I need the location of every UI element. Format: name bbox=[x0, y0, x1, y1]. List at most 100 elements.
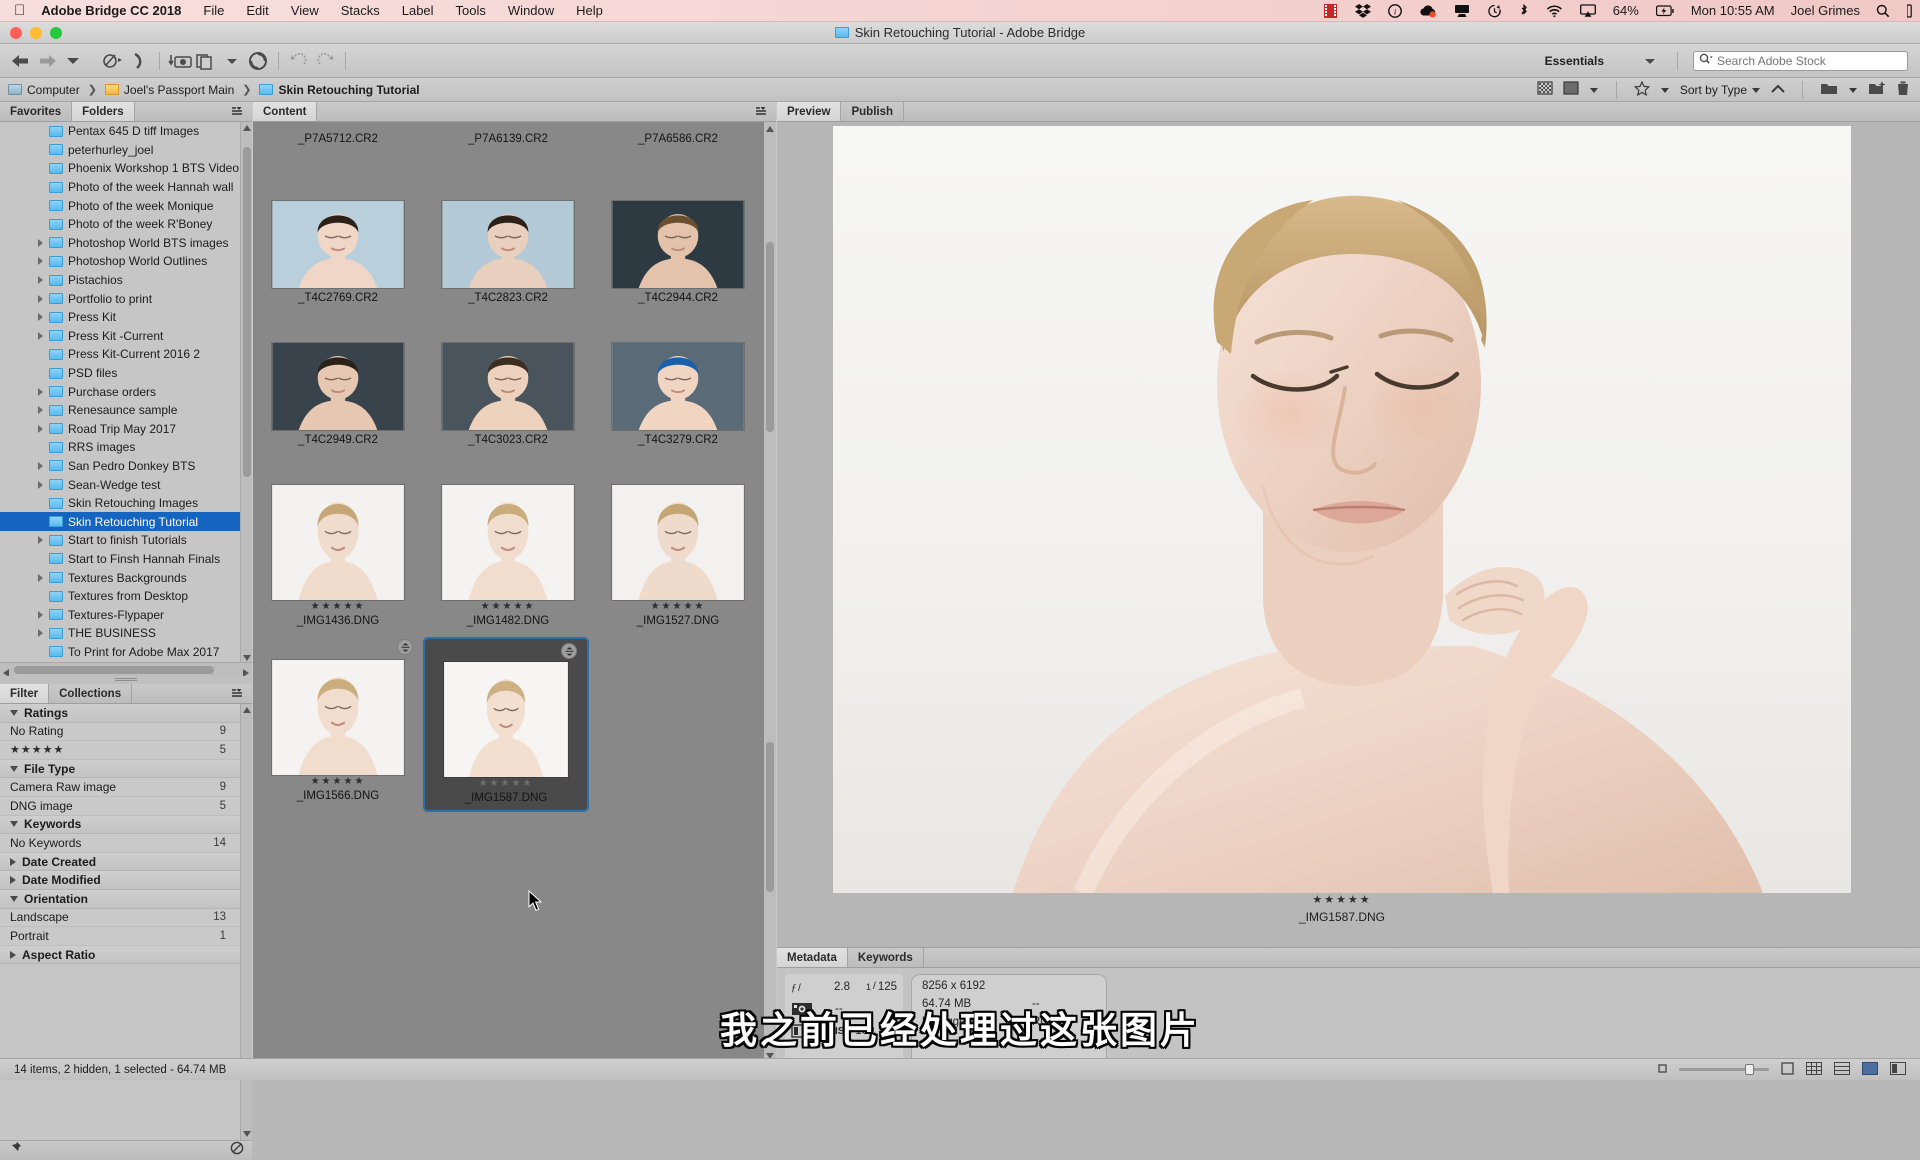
disclosure-triangle-icon[interactable] bbox=[38, 480, 43, 489]
star-filter-dropdown-icon[interactable] bbox=[1660, 83, 1670, 97]
folder-tree-item[interactable]: Photo of the week Hannah wall bbox=[0, 178, 252, 197]
wifi-icon[interactable] bbox=[1546, 4, 1563, 18]
info-circle-icon[interactable]: i bbox=[1387, 3, 1402, 18]
sort-ascending-icon[interactable] bbox=[1771, 83, 1785, 97]
window-traffic-lights[interactable] bbox=[10, 27, 62, 39]
tab-preview[interactable]: Preview bbox=[777, 102, 842, 121]
folder-tree-item[interactable]: Textures from Desktop bbox=[0, 587, 252, 606]
filter-grid-view-icon[interactable] bbox=[1537, 81, 1553, 98]
thumbnail-rating-stars[interactable]: ★★★★★ bbox=[253, 776, 423, 787]
view-details-icon[interactable] bbox=[1834, 1061, 1850, 1078]
content-vertical-scrollbar[interactable] bbox=[764, 122, 776, 1067]
disclosure-triangle-icon[interactable] bbox=[38, 257, 43, 266]
close-window-button[interactable] bbox=[10, 27, 22, 39]
scroll-thumb[interactable] bbox=[243, 147, 251, 477]
thumbnail-image[interactable] bbox=[253, 659, 423, 776]
keep-filter-pin-icon[interactable] bbox=[8, 1141, 22, 1160]
thumbnail-image[interactable] bbox=[253, 200, 423, 289]
airplay-icon[interactable] bbox=[1579, 3, 1596, 18]
dropbox-icon[interactable] bbox=[1354, 3, 1371, 18]
filmstrip-icon[interactable] bbox=[1323, 3, 1338, 18]
disclosure-triangle-icon[interactable] bbox=[38, 573, 43, 582]
new-folder-create-icon[interactable] bbox=[1868, 81, 1886, 98]
disclosure-triangle-icon[interactable] bbox=[38, 238, 43, 247]
app-name-label[interactable]: Adobe Bridge CC 2018 bbox=[41, 3, 181, 18]
collapse-triangle-icon[interactable] bbox=[10, 895, 18, 902]
spotlight-search-icon[interactable] bbox=[1876, 4, 1890, 18]
disclosure-triangle-icon[interactable] bbox=[38, 536, 43, 545]
thumbnail-image[interactable] bbox=[593, 200, 763, 289]
content-scroll-thumb-2[interactable] bbox=[766, 742, 774, 892]
thumbnail-image[interactable] bbox=[423, 200, 593, 289]
folder-tree[interactable]: Pentax 645 D tiff Images peterhurley_joel… bbox=[0, 122, 252, 677]
folder-tree-item[interactable]: Pistachios bbox=[0, 271, 252, 290]
expand-triangle-icon[interactable] bbox=[10, 950, 16, 959]
thumbnail-rating-stars[interactable]: ★★★★★ bbox=[593, 601, 763, 612]
collapse-triangle-icon[interactable] bbox=[10, 821, 18, 828]
folder-tree-item[interactable]: San Pedro Donkey BTS bbox=[0, 457, 252, 476]
filter-group-header[interactable]: File Type bbox=[0, 759, 240, 779]
folder-tree-item[interactable]: RRS images bbox=[0, 438, 252, 457]
menu-file[interactable]: File bbox=[203, 3, 224, 18]
preview-image[interactable] bbox=[833, 126, 1851, 893]
filter-group-header[interactable]: Keywords bbox=[0, 815, 240, 835]
disclosure-triangle-icon[interactable] bbox=[38, 610, 43, 619]
thumbnail-cell[interactable]: _T4C2949.CR2 bbox=[253, 342, 423, 446]
thumbnail-cell[interactable]: _T4C2769.CR2 bbox=[253, 200, 423, 304]
new-folder-icon[interactable] bbox=[1820, 81, 1838, 98]
rotate-clockwise-icon[interactable] bbox=[312, 49, 338, 73]
scroll-thumb[interactable] bbox=[14, 666, 214, 674]
content-panel-flyout-menu-icon[interactable] bbox=[756, 102, 776, 121]
thumbnail-cell[interactable]: ★★★★★ _IMG1566.DNG bbox=[253, 639, 423, 812]
star-filter-icon[interactable] bbox=[1633, 80, 1651, 99]
thumbnail-rating-stars[interactable]: ★★★★★ bbox=[253, 601, 423, 612]
menu-window[interactable]: Window bbox=[508, 3, 554, 18]
thumbnail-size-slider-knob[interactable] bbox=[1745, 1064, 1754, 1075]
filter-row[interactable]: No Keywords 14 bbox=[0, 834, 240, 853]
breadcrumb-item-drive[interactable]: Joel's Passport Main bbox=[104, 83, 234, 97]
menu-view[interactable]: View bbox=[291, 3, 319, 18]
filter-group-header[interactable]: Orientation bbox=[0, 889, 240, 909]
menu-edit[interactable]: Edit bbox=[246, 3, 268, 18]
thumbnail-cell[interactable]: _T4C3023.CR2 bbox=[423, 342, 593, 446]
collapse-triangle-icon[interactable] bbox=[10, 709, 18, 716]
disclosure-triangle-icon[interactable] bbox=[38, 276, 43, 285]
disclosure-triangle-icon[interactable] bbox=[38, 406, 43, 415]
expand-triangle-icon[interactable] bbox=[10, 857, 16, 866]
recent-folders-dropdown[interactable] bbox=[60, 49, 86, 73]
menu-label[interactable]: Label bbox=[402, 3, 434, 18]
clear-filter-icon[interactable] bbox=[230, 1141, 244, 1160]
delete-icon[interactable] bbox=[1896, 81, 1910, 99]
filter-row[interactable]: ★★★★★ 5 bbox=[0, 741, 240, 760]
thumbnail-size-larger-icon[interactable] bbox=[1781, 1061, 1794, 1078]
folder-tree-item[interactable]: Skin Retouching Tutorial bbox=[0, 512, 252, 532]
thumbnail-size-smaller-icon[interactable] bbox=[1658, 1063, 1667, 1076]
rotate-counterclockwise-icon[interactable] bbox=[286, 49, 312, 73]
folder-tree-item[interactable]: Purchase orders bbox=[0, 382, 252, 401]
thumbnail-cell[interactable]: _P7A6586.CR2 bbox=[593, 130, 763, 152]
thumbnail-cell[interactable]: ★★★★★ _IMG1482.DNG bbox=[423, 484, 593, 627]
thumbnail-cell[interactable]: _P7A5712.CR2 bbox=[253, 130, 423, 152]
view-filmstrip-icon[interactable] bbox=[1890, 1061, 1906, 1078]
folder-tree-horizontal-scrollbar[interactable] bbox=[0, 662, 252, 677]
disclosure-triangle-icon[interactable] bbox=[38, 313, 43, 322]
minimize-window-button[interactable] bbox=[30, 27, 42, 39]
disclosure-triangle-icon[interactable] bbox=[38, 387, 43, 396]
thumbnail-cell-selected[interactable]: ★★★★★ _IMG1587.DNG bbox=[423, 637, 589, 812]
clock-label[interactable]: Mon 10:55 AM bbox=[1691, 3, 1775, 18]
new-folder-dropdown-icon[interactable] bbox=[1848, 83, 1858, 97]
breadcrumb-item-current-folder[interactable]: Skin Retouching Tutorial bbox=[259, 83, 420, 97]
filter-row[interactable]: Portrait 1 bbox=[0, 927, 240, 946]
folder-tree-item[interactable]: Press Kit -Current bbox=[0, 327, 252, 346]
rotate-left-icon[interactable] bbox=[126, 49, 152, 73]
thumbnail-cell[interactable]: _T4C2944.CR2 bbox=[593, 200, 763, 304]
sort-by-control[interactable]: Sort by Type bbox=[1680, 83, 1761, 97]
expand-triangle-icon[interactable] bbox=[10, 876, 16, 885]
folder-tree-item[interactable]: Skin Retouching Images bbox=[0, 494, 252, 513]
thumbnail-cell[interactable]: ★★★★★ _IMG1436.DNG bbox=[253, 484, 423, 627]
filter-rating-icon[interactable] bbox=[1563, 81, 1579, 98]
thumbnail-image[interactable] bbox=[593, 484, 763, 601]
battery-icon[interactable] bbox=[1655, 4, 1674, 17]
refine-stack-icon[interactable] bbox=[193, 49, 219, 73]
scroll-up-arrow-icon[interactable] bbox=[242, 122, 252, 134]
